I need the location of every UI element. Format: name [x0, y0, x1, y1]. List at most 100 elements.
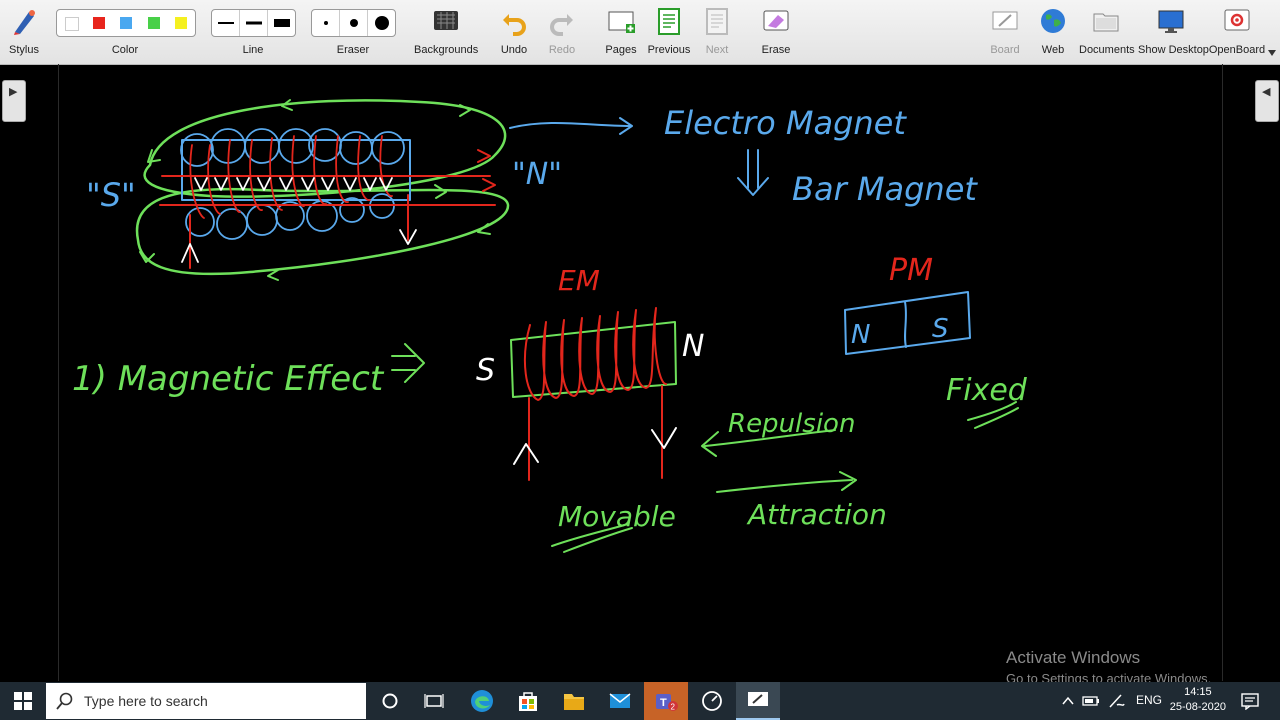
file-explorer-icon: [564, 694, 584, 710]
openboard-taskbar-button[interactable]: [736, 682, 780, 720]
eraser-tool: Eraser: [311, 0, 395, 64]
pm-divider: [904, 301, 907, 348]
store-taskbar-button[interactable]: [506, 682, 550, 720]
pages-label: Pages: [605, 44, 637, 56]
em-core: [510, 321, 677, 398]
activate-windows-watermark: Activate Windows Go to Settings to activ…: [1006, 648, 1211, 686]
svg-text:T: T: [660, 697, 667, 709]
em-current-down-arrow: [651, 427, 677, 449]
stylus-tool[interactable]: Stylus: [4, 0, 44, 64]
documents-label: Documents: [1079, 44, 1135, 56]
board-icon: [992, 11, 1018, 30]
pm-label: PM: [889, 253, 933, 288]
openboard-app-icon: [748, 692, 768, 706]
line-tool: Line: [211, 0, 295, 64]
solenoid-field-diagram: [135, 99, 510, 281]
pages-button[interactable]: Pages: [601, 0, 641, 64]
task-view-button[interactable]: [412, 682, 456, 720]
add-page-icon: [608, 11, 635, 33]
edge-browser-icon: [471, 690, 493, 712]
clock-date: 25-08-2020: [1169, 701, 1226, 713]
cortana-icon: [382, 693, 398, 709]
show-desktop-label: Show Desktop: [1138, 44, 1209, 56]
coil-south-label: S: [476, 353, 495, 388]
backgrounds-button[interactable]: Backgrounds: [414, 0, 478, 64]
mail-envelope-icon: [609, 693, 631, 708]
em-label: EM: [558, 264, 600, 297]
previous-page-button[interactable]: Previous: [646, 0, 692, 64]
folder-icon: [1093, 13, 1119, 32]
pointer-arrow: [509, 117, 633, 135]
web-label: Web: [1041, 44, 1065, 56]
edge-taskbar-button[interactable]: [460, 682, 504, 720]
openboard-label: OpenBoard: [1208, 44, 1266, 56]
redo-button[interactable]: Redo: [542, 0, 582, 64]
attraction-arrow: [716, 471, 857, 493]
color-label: Color: [111, 44, 139, 56]
teams-icon: T 2: [656, 694, 678, 712]
mail-taskbar-button[interactable]: [598, 682, 642, 720]
tray-overflow-chevron-icon[interactable]: [1062, 696, 1074, 706]
fixed-label: Fixed: [946, 373, 1028, 408]
magnetic-effect-label: 1) Magnetic Effect: [72, 359, 385, 399]
redo-label: Redo: [548, 44, 576, 56]
implies-arrow: [391, 343, 425, 383]
em-current-up-arrow: [513, 443, 539, 465]
movable-label: Movable: [558, 500, 676, 533]
repulsion-label: Repulsion: [728, 409, 855, 439]
erase-icon: [763, 10, 789, 31]
erase-button[interactable]: Erase: [754, 0, 798, 64]
erase-label: Erase: [761, 44, 791, 56]
svg-text:2: 2: [671, 703, 676, 712]
toolbar-expand-icon[interactable]: [1268, 50, 1276, 56]
previous-page-icon: [658, 8, 680, 35]
speedometer-icon: [702, 691, 722, 711]
south-pole-quote: "S": [86, 176, 136, 214]
language-indicator[interactable]: ENG: [1136, 693, 1162, 707]
activate-title: Activate Windows: [1006, 648, 1141, 667]
next-page-button[interactable]: Next: [697, 0, 737, 64]
clock-time: 14:15: [1184, 686, 1212, 698]
openboard-toolbar: Stylus Color Line Eraser Backgrounds Und…: [0, 0, 1280, 65]
teams-taskbar-button[interactable]: T 2: [644, 682, 688, 720]
battery-icon[interactable]: [1082, 695, 1100, 707]
web-button[interactable]: Web: [1033, 0, 1073, 64]
globe-icon: [1041, 9, 1065, 33]
windows-logo-icon: [14, 692, 32, 710]
north-pole-quote: "N": [512, 157, 562, 192]
line-label: Line: [242, 44, 264, 56]
stylus-icon: [14, 10, 35, 35]
cortana-button[interactable]: [368, 682, 412, 720]
board-button[interactable]: Board: [985, 0, 1025, 64]
file-explorer-taskbar-button[interactable]: [552, 682, 596, 720]
redo-icon: [550, 14, 573, 36]
whiteboard-canvas[interactable]: Electro Magnet Bar Magnet "S" "N" EM PM …: [0, 64, 1280, 681]
next-page-icon: [706, 8, 728, 35]
stylus-label: Stylus: [9, 44, 39, 56]
taskbar-search-box[interactable]: Type here to search: [46, 683, 366, 719]
documents-button[interactable]: Documents: [1079, 0, 1135, 64]
coil-north-label: N: [682, 329, 704, 364]
show-desktop-button[interactable]: Show Desktop: [1138, 0, 1209, 64]
bar-magnet-label: Bar Magnet: [792, 170, 978, 208]
clock-app-taskbar-button[interactable]: [690, 682, 734, 720]
backgrounds-icon: [434, 11, 458, 30]
field-arrow-right: [434, 184, 447, 199]
start-button[interactable]: [0, 682, 46, 720]
electro-magnet-label: Electro Magnet: [664, 104, 907, 142]
eraser-label: Eraser: [336, 44, 370, 56]
previous-label: Previous: [647, 44, 691, 56]
undo-button[interactable]: Undo: [494, 0, 534, 64]
pen-workspace-icon[interactable]: [1107, 693, 1125, 709]
attraction-label: Attraction: [746, 498, 887, 531]
undo-icon: [503, 14, 526, 36]
undo-label: Undo: [500, 44, 528, 56]
backgrounds-label: Backgrounds: [414, 44, 479, 56]
openboard-menu-button[interactable]: OpenBoard: [1208, 0, 1266, 64]
system-clock[interactable]: 14:15 25-08-2020: [1170, 685, 1226, 715]
pm-north-label: N: [851, 320, 870, 350]
field-arrow-top-right: [459, 104, 471, 117]
pm-south-label: S: [932, 314, 949, 344]
notifications-icon[interactable]: [1241, 692, 1259, 710]
em-coil: [510, 307, 677, 481]
